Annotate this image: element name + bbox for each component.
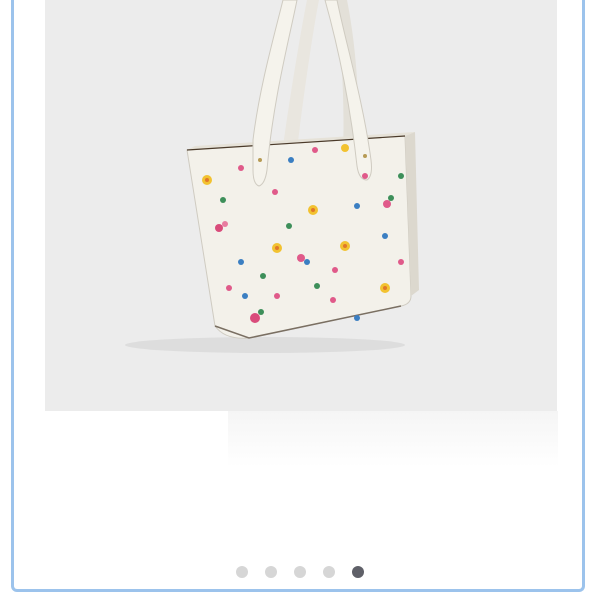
carousel-dot-1[interactable]	[236, 566, 248, 578]
carousel-dot-4[interactable]	[323, 566, 335, 578]
image-reflection	[228, 411, 558, 467]
carousel-pagination	[0, 566, 600, 578]
carousel-dot-2[interactable]	[265, 566, 277, 578]
carousel-dot-5-active[interactable]	[352, 566, 364, 578]
floral-tote-bag-image	[125, 0, 419, 353]
carousel-dot-3[interactable]	[294, 566, 306, 578]
product-image[interactable]	[45, 0, 557, 411]
